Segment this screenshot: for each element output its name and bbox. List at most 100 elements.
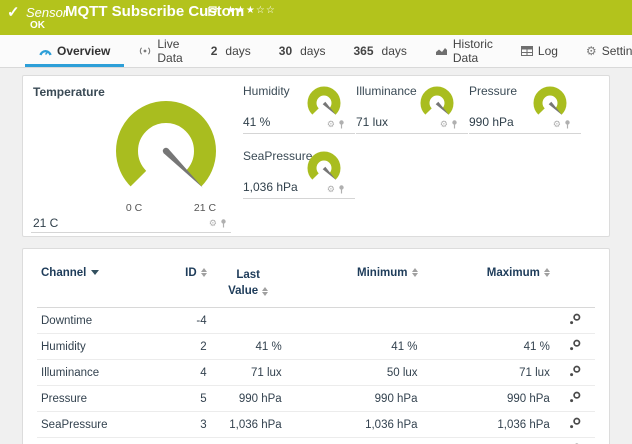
- tab-365-days[interactable]: 365 days: [339, 35, 420, 67]
- sort-desc-icon: [91, 270, 99, 275]
- cell-maximum: 1,036 hPa: [422, 412, 554, 438]
- tab-30-days-number: 30: [279, 44, 292, 58]
- temperature-scale-max: 21 C: [185, 202, 225, 214]
- cell-minimum: [286, 308, 422, 334]
- temperature-gauge-cell: Temperature 0 C 21 C 21 C ⚙: [23, 76, 239, 238]
- gauge-pin-icon[interactable]: [564, 120, 571, 129]
- table-row[interactable]: Temperature 1 21 C 21 C 21 C: [37, 438, 595, 444]
- sensor-title: MQTT Subscribe Custom: [65, 3, 244, 20]
- tab-settings[interactable]: ⚙ Settings: [572, 35, 632, 67]
- illuminance-gauge-label: Illuminance: [356, 84, 417, 98]
- status-badge: OK: [30, 20, 45, 31]
- table-row[interactable]: SeaPressure 3 1,036 hPa 1,036 hPa 1,036 …: [37, 412, 595, 438]
- tab-log[interactable]: Log: [507, 35, 572, 67]
- cell-id: 1: [161, 438, 211, 444]
- cell-channel[interactable]: SeaPressure: [37, 412, 161, 438]
- temperature-scale-min: 0 C: [119, 202, 149, 214]
- sensor-header: ✓ Sensor MQTT Subscribe Custom ★★★☆☆ OK: [0, 0, 632, 35]
- edit-channel-wrench-icon[interactable]: [569, 391, 581, 403]
- gauge-settings-gear-icon[interactable]: ⚙: [440, 120, 448, 129]
- column-header-last-value[interactable]: Last Value: [211, 257, 286, 308]
- gear-icon: ⚙: [586, 45, 597, 57]
- table-row[interactable]: Illuminance 4 71 lux 50 lux 71 lux: [37, 360, 595, 386]
- humidity-gauge-dial: [305, 83, 343, 121]
- gauge-pin-icon[interactable]: [338, 120, 345, 129]
- tab-historic-data[interactable]: Historic Data: [421, 35, 507, 67]
- tab-2-days[interactable]: 2 days: [197, 35, 265, 67]
- column-header-id[interactable]: ID: [161, 257, 211, 308]
- tab-30-days[interactable]: 30 days: [265, 35, 340, 67]
- tab-30-days-label: days: [300, 44, 325, 58]
- pressure-gauge-value: 990 hPa: [469, 115, 514, 129]
- cell-last-value: 990 hPa: [211, 386, 286, 412]
- cell-id: -4: [161, 308, 211, 334]
- gauge-pin-icon[interactable]: [338, 185, 345, 194]
- cell-channel[interactable]: Downtime: [37, 308, 161, 334]
- cell-channel[interactable]: Illuminance: [37, 360, 161, 386]
- cell-id: 5: [161, 386, 211, 412]
- tab-overview[interactable]: Overview: [25, 35, 124, 67]
- tab-historic-data-label: Historic Data: [453, 37, 493, 65]
- cell-channel[interactable]: Pressure: [37, 386, 161, 412]
- gauge-settings-gear-icon[interactable]: ⚙: [327, 185, 335, 194]
- overview-content: Temperature 0 C 21 C 21 C ⚙ Humidity: [0, 68, 632, 444]
- gauge-settings-gear-icon[interactable]: ⚙: [327, 120, 335, 129]
- edit-channel-wrench-icon[interactable]: [569, 313, 581, 325]
- channel-table: Channel ID Last Value Minimum Maximum Do…: [37, 257, 595, 444]
- flag-icon[interactable]: [208, 4, 217, 22]
- seapressure-gauge-cell: SeaPressure 1,036 hPa ⚙: [243, 145, 355, 201]
- gauge-pin-icon[interactable]: [451, 120, 458, 129]
- divider: [356, 133, 468, 134]
- gauge-settings-gear-icon[interactable]: ⚙: [209, 219, 217, 228]
- humidity-gauge-value: 41 %: [243, 115, 270, 129]
- divider: [243, 198, 355, 199]
- cell-maximum: 990 hPa: [422, 386, 554, 412]
- illuminance-gauge-dial: [418, 83, 456, 121]
- edit-channel-wrench-icon[interactable]: [569, 417, 581, 429]
- tab-bar: Overview Live Data 2 days 30 days 365 da…: [0, 35, 632, 68]
- cell-maximum: 41 %: [422, 334, 554, 360]
- humidity-gauge-cell: Humidity 41 % ⚙: [243, 80, 355, 136]
- divider: [243, 133, 355, 134]
- divider: [31, 232, 231, 233]
- cell-last-value: [211, 308, 286, 334]
- divider: [469, 133, 581, 134]
- edit-channel-wrench-icon[interactable]: [569, 365, 581, 377]
- cell-id: 2: [161, 334, 211, 360]
- cell-maximum: 71 lux: [422, 360, 554, 386]
- sort-both-icon: [544, 268, 550, 277]
- temperature-gauge-label: Temperature: [33, 85, 105, 99]
- log-table-icon: [521, 46, 533, 56]
- tab-settings-label: Settings: [602, 44, 632, 58]
- table-row[interactable]: Downtime -4: [37, 308, 595, 334]
- cell-minimum: 21 C: [286, 438, 422, 444]
- cell-id: 4: [161, 360, 211, 386]
- seapressure-gauge-value: 1,036 hPa: [243, 180, 298, 194]
- column-header-actions: [554, 257, 595, 308]
- column-header-maximum[interactable]: Maximum: [422, 257, 554, 308]
- cell-channel[interactable]: Temperature: [37, 438, 161, 444]
- gauge-pin-icon[interactable]: [220, 219, 227, 228]
- column-header-minimum[interactable]: Minimum: [286, 257, 422, 308]
- tab-2-days-label: days: [225, 44, 250, 58]
- table-row[interactable]: Humidity 2 41 % 41 % 41 %: [37, 334, 595, 360]
- cell-minimum: 990 hPa: [286, 386, 422, 412]
- edit-channel-wrench-icon[interactable]: [569, 339, 581, 351]
- sort-both-icon: [412, 268, 418, 277]
- cell-channel[interactable]: Humidity: [37, 334, 161, 360]
- seapressure-gauge-dial: [305, 148, 343, 186]
- tab-live-data[interactable]: Live Data: [124, 35, 196, 67]
- pressure-gauge-label: Pressure: [469, 84, 517, 98]
- priority-stars[interactable]: ★★★☆☆: [226, 5, 276, 16]
- status-ok-check-icon: ✓: [7, 3, 20, 21]
- sort-both-icon: [262, 287, 268, 296]
- cell-maximum: 21 C: [422, 438, 554, 444]
- table-row[interactable]: Pressure 5 990 hPa 990 hPa 990 hPa: [37, 386, 595, 412]
- gauge-settings-gear-icon[interactable]: ⚙: [553, 120, 561, 129]
- column-header-channel[interactable]: Channel: [37, 257, 161, 308]
- tab-365-days-number: 365: [353, 44, 373, 58]
- empty-cell: [469, 145, 581, 201]
- seapressure-gauge-label: SeaPressure: [243, 149, 312, 163]
- cell-id: 3: [161, 412, 211, 438]
- pressure-gauge-cell: Pressure 990 hPa ⚙: [469, 80, 581, 136]
